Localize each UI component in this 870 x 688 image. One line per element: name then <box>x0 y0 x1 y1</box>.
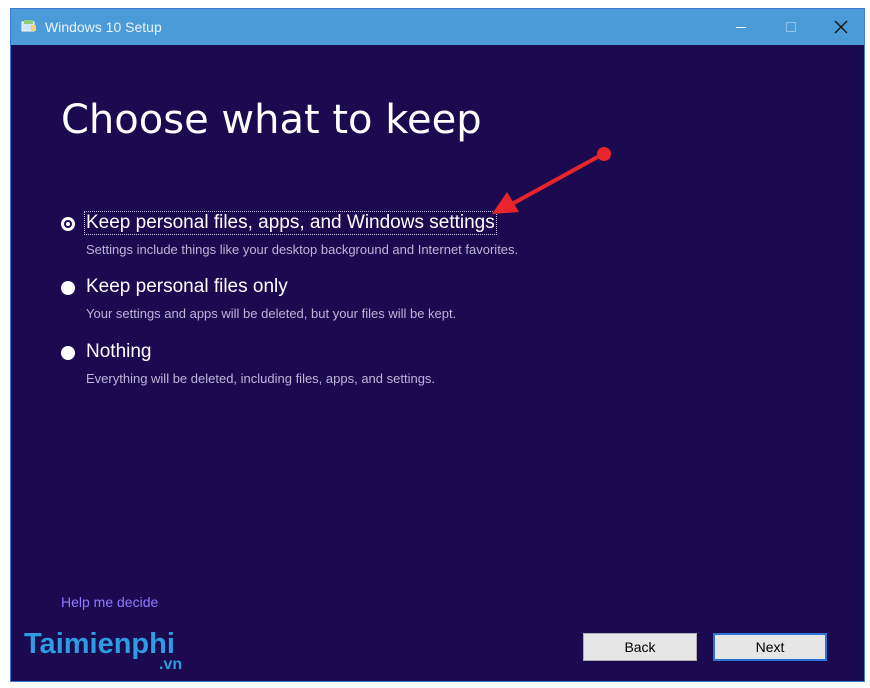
option-label[interactable]: Keep personal files only <box>84 275 290 299</box>
page-title: Choose what to keep <box>61 97 482 143</box>
next-button[interactable]: Next <box>713 633 827 661</box>
radio-nothing[interactable] <box>61 346 75 360</box>
option-label[interactable]: Nothing <box>84 340 154 364</box>
help-me-decide-link[interactable]: Help me decide <box>61 594 158 610</box>
minimize-button[interactable] <box>718 9 764 45</box>
watermark-domain: .vn <box>159 656 183 673</box>
maximize-button[interactable] <box>768 9 814 45</box>
option-description: Your settings and apps will be deleted, … <box>86 306 457 321</box>
radio-keep-everything[interactable] <box>61 217 75 231</box>
option-label[interactable]: Keep personal files, apps, and Windows s… <box>84 211 497 235</box>
close-button[interactable] <box>818 9 864 45</box>
maximize-icon <box>786 22 796 32</box>
watermark-text: Taimienphi <box>24 628 175 660</box>
window-title: Windows 10 Setup <box>45 19 162 35</box>
close-icon <box>834 20 848 34</box>
radio-keep-files-only[interactable] <box>61 281 75 295</box>
setup-app-icon <box>21 20 36 32</box>
option-description: Everything will be deleted, including fi… <box>86 371 436 386</box>
minimize-icon <box>736 27 746 28</box>
setup-window: Windows 10 Setup Choose what to keep Kee… <box>10 8 865 682</box>
option-description: Settings include things like your deskto… <box>86 242 519 257</box>
back-button[interactable]: Back <box>583 633 697 661</box>
title-bar: Windows 10 Setup <box>11 9 864 45</box>
